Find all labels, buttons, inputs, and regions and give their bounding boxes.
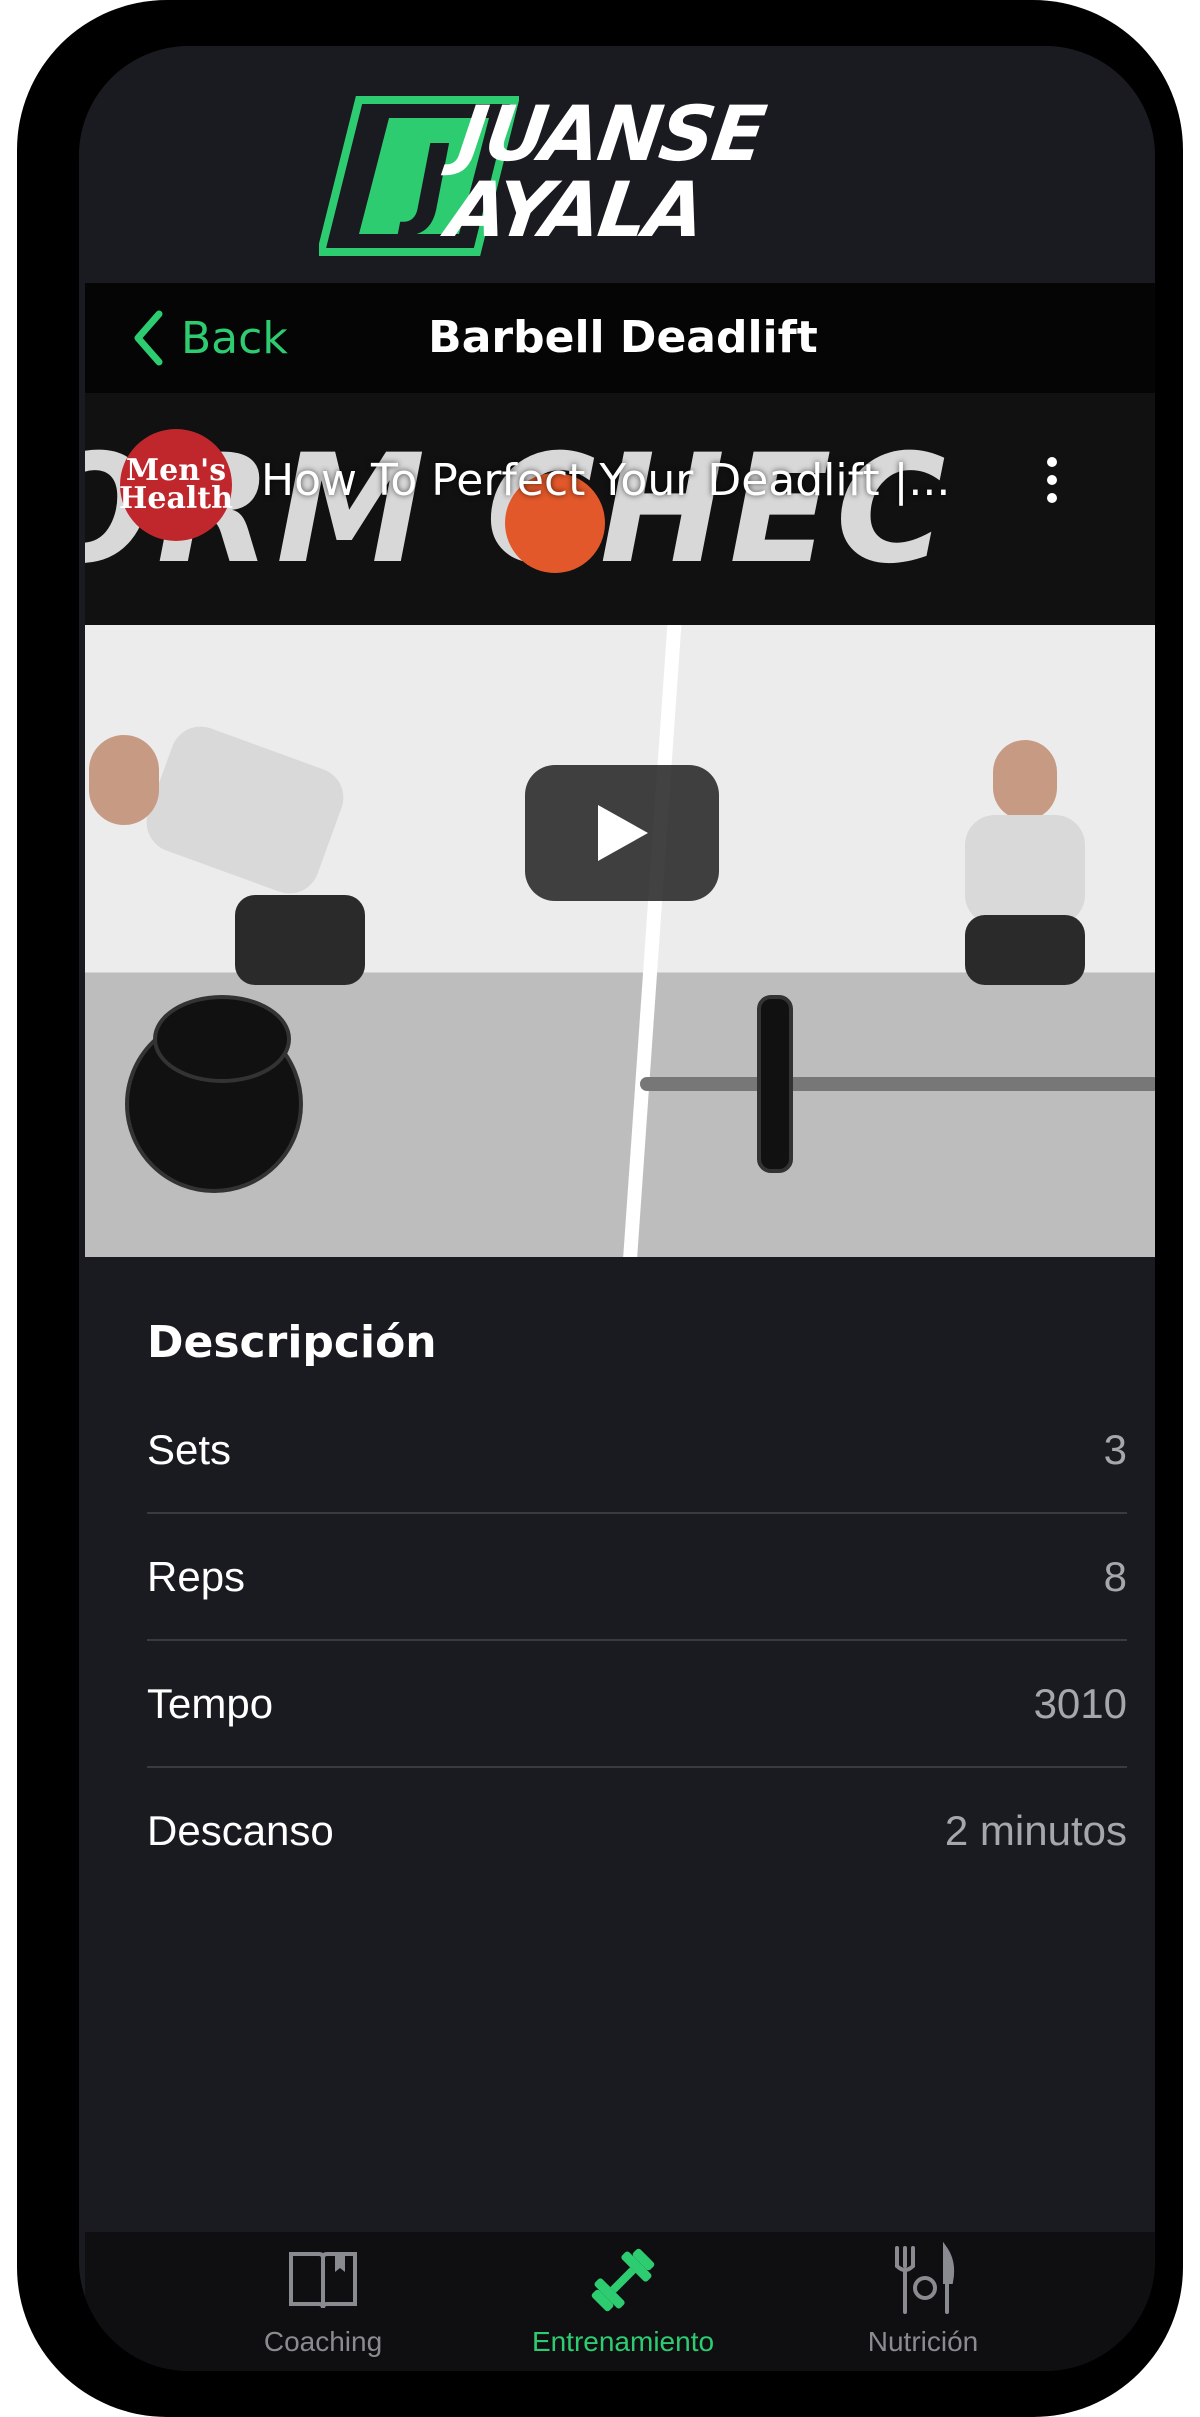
- chevron-left-icon: [134, 310, 163, 366]
- list-item: Descanso 2 minutos: [147, 1768, 1127, 1893]
- athlete-shorts: [235, 895, 365, 985]
- row-value: 8: [1103, 1552, 1127, 1600]
- row-value: 3: [1103, 1425, 1127, 1473]
- barbell: [640, 1077, 1155, 1091]
- weight-plate-back: [153, 995, 291, 1083]
- app-screen: J JUANSE AYALA Back Barbell Deadlift ORM…: [79, 46, 1155, 2371]
- play-icon: [598, 805, 648, 861]
- list-item: Sets 3: [147, 1387, 1127, 1514]
- channel-avatar[interactable]: Men's Health: [119, 429, 233, 541]
- cutlery-icon: [895, 2242, 955, 2314]
- row-value: 2 minutos: [944, 1806, 1127, 1854]
- athlete-shirt-right: [965, 815, 1085, 925]
- tab-label: Coaching: [263, 2326, 383, 2357]
- row-label: Descanso: [147, 1806, 334, 1854]
- video-thumbnail: [85, 625, 1155, 1257]
- section-title: Descripción: [147, 1317, 437, 1368]
- split-divider: [622, 625, 682, 1257]
- video-player[interactable]: ORM CHEC Men's Health How To Perfect You…: [85, 393, 1155, 1257]
- brand-logo: J JUANSE AYALA: [319, 89, 919, 256]
- page-title: Barbell Deadlift: [428, 312, 818, 363]
- navigation-bar: Back Barbell Deadlift: [85, 283, 1155, 393]
- video-title[interactable]: How To Perfect Your Deadlift |...: [261, 455, 981, 506]
- row-label: Reps: [147, 1552, 246, 1600]
- logo-wordmark: JUANSE AYALA: [442, 89, 770, 254]
- phone-frame: J JUANSE AYALA Back Barbell Deadlift ORM…: [17, 0, 1183, 2417]
- weight-plate-right: [757, 995, 793, 1173]
- logo-line-1: JUANSE: [453, 89, 770, 178]
- tab-coaching[interactable]: Coaching: [173, 2242, 473, 2367]
- row-value: 3010: [1033, 1679, 1127, 1727]
- app-header: J JUANSE AYALA: [79, 46, 1155, 283]
- dumbbell-icon: [591, 2248, 655, 2312]
- row-label: Tempo: [147, 1679, 274, 1727]
- athlete-head: [89, 735, 159, 825]
- row-label: Sets: [147, 1425, 232, 1473]
- list-item: Tempo 3010: [147, 1641, 1127, 1768]
- play-button[interactable]: [525, 765, 719, 901]
- athlete-head-right: [993, 740, 1057, 820]
- list-item: Reps 8: [147, 1514, 1127, 1641]
- logo-line-2: AYALA: [442, 165, 709, 254]
- tab-bar: Coaching Entrenamiento Nutrición: [85, 2232, 1155, 2371]
- tab-entrenamiento[interactable]: Entrenamiento: [473, 2242, 773, 2367]
- book-icon: [289, 2252, 357, 2309]
- athlete-shorts-right: [965, 915, 1085, 985]
- tab-label: Nutrición: [867, 2326, 979, 2357]
- athlete-figure: [138, 718, 352, 902]
- tab-nutricion[interactable]: Nutrición: [773, 2242, 1073, 2367]
- description-list: Sets 3 Reps 8 Tempo 3010 Descanso 2 minu…: [147, 1387, 1127, 1893]
- video-banner: ORM CHEC Men's Health How To Perfect You…: [85, 393, 1155, 625]
- tab-label: Entrenamiento: [531, 2326, 715, 2357]
- more-options-icon[interactable]: [1043, 457, 1061, 517]
